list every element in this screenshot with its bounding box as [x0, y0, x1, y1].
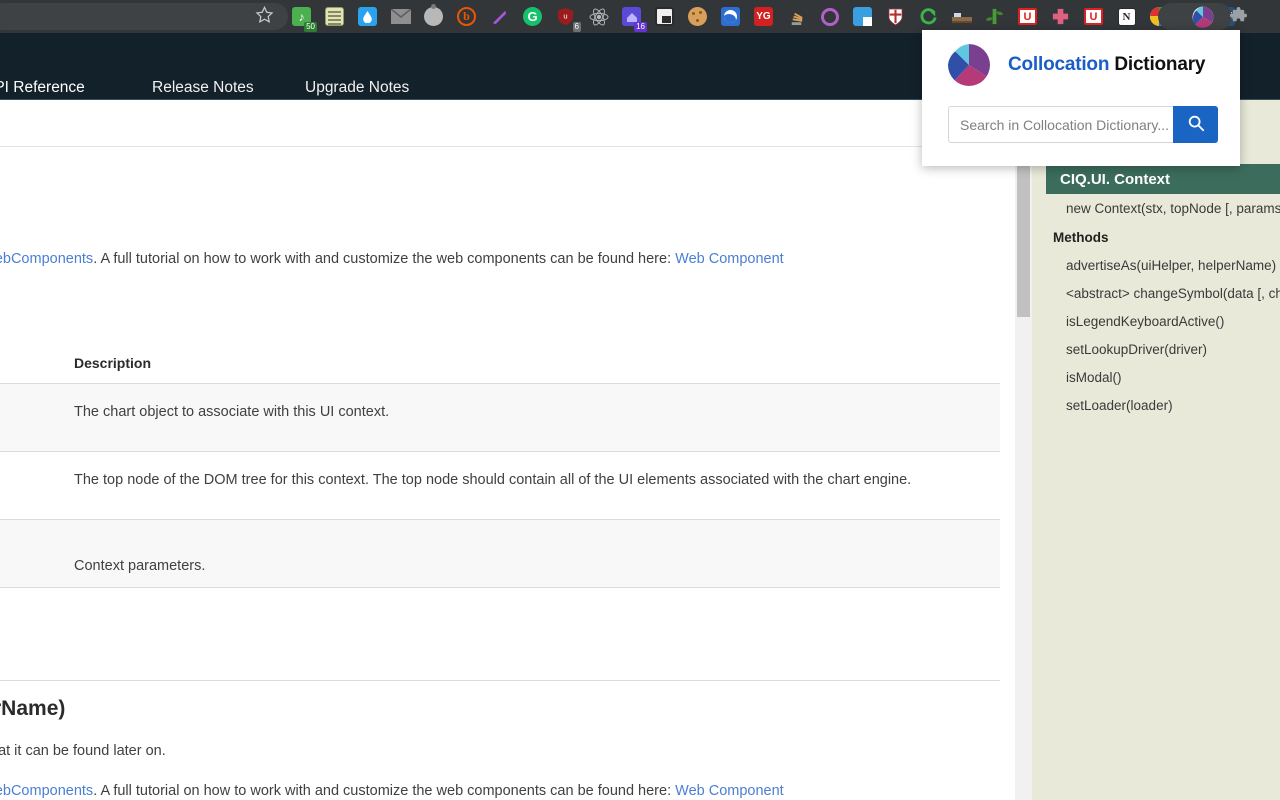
- ext-grammarly-extension[interactable]: G: [516, 0, 549, 33]
- cell-argument: ptional>: [0, 536, 74, 552]
- ext-cookie-manager-extension[interactable]: [681, 0, 714, 33]
- intro-paragraph-1: hod for the included WebComponents. A fu…: [0, 251, 784, 267]
- browser-toolbar: ♪ 50 b G u 6 16 YG U U N: [0, 0, 1280, 33]
- popup-branding: Collocation Dictionary: [948, 44, 1205, 86]
- table-row: The chart object to associate with this …: [0, 384, 1000, 452]
- popup-title-part2: Dictionary: [1114, 54, 1206, 75]
- ext-bed-extension[interactable]: [945, 0, 978, 33]
- sidebar-method-advertiseAs[interactable]: advertiseAs(uiHelper, helperName): [1066, 258, 1276, 273]
- ext-water-drop-extension[interactable]: [351, 0, 384, 33]
- cell-description: The top node of the DOM tree for this co…: [74, 472, 912, 488]
- nav-item-api-reference[interactable]: API Reference: [0, 79, 85, 108]
- cell-description: The chart object to associate with this …: [74, 404, 390, 420]
- ext-refresh-extension[interactable]: [912, 0, 945, 33]
- link-webcomponent-1[interactable]: Web Component: [675, 251, 784, 267]
- ext-collocation-dictionary-extension[interactable]: [1186, 0, 1219, 33]
- cell-argument: [0, 400, 74, 404]
- ext-u-extension-1[interactable]: U: [1011, 0, 1044, 33]
- collocation-logo-icon: [948, 44, 990, 86]
- ext-mail-extension[interactable]: [384, 0, 417, 33]
- content-subheader-band: [0, 100, 1018, 147]
- method-signature-heading-2: rName): [0, 697, 66, 720]
- ext-stack-overflow-extension[interactable]: [780, 0, 813, 33]
- ext-plus-cross-extension[interactable]: [1044, 0, 1077, 33]
- sidebar-constructor[interactable]: new Context(stx, topNode [, params: [1066, 201, 1280, 216]
- api-outline-sidebar: CIQ.UI. Context new Context(stx, topNode…: [1032, 100, 1280, 800]
- ext-badge-evernote: 50: [304, 22, 317, 32]
- ext-picture-in-picture-extension[interactable]: [648, 0, 681, 33]
- ext-bamboo-extension[interactable]: [978, 0, 1011, 33]
- link-webcomponents-1[interactable]: WebComponents: [0, 251, 93, 267]
- paragraph-2: hat it can be found later on.: [0, 743, 166, 759]
- arguments-table: gument Description The chart object to a…: [0, 355, 1000, 588]
- address-bar[interactable]: [0, 3, 288, 30]
- ext-color-ring-extension[interactable]: [813, 0, 846, 33]
- popup-title: Collocation Dictionary: [1008, 54, 1205, 76]
- cell-description: Context parameters.: [74, 558, 206, 574]
- ext-shield-crest-extension[interactable]: [879, 0, 912, 33]
- section-divider: [0, 680, 1000, 681]
- ext-evernote-web-clipper[interactable]: ♪ 50: [285, 0, 318, 33]
- link-webcomponent-2[interactable]: Web Component: [675, 783, 784, 799]
- link-webcomponents-2[interactable]: WebComponents: [0, 783, 93, 799]
- extension-icons-strip: ♪ 50 b G u 6 16 YG U U N: [285, 0, 1242, 33]
- nav-item-upgrade-notes[interactable]: Upgrade Notes: [305, 79, 409, 97]
- table-row: The top node of the DOM tree for this co…: [0, 452, 1000, 520]
- sidebar-class-header: CIQ.UI. Context: [1046, 164, 1280, 194]
- ext-u-extension-2[interactable]: U: [1077, 0, 1110, 33]
- search-button[interactable]: [1173, 106, 1218, 143]
- scrollbar-thumb[interactable]: [1017, 162, 1030, 317]
- para-3-mid: . A full tutorial on how to work with an…: [93, 783, 676, 799]
- ext-notion-extension[interactable]: N: [1110, 0, 1143, 33]
- ext-blue-square-extension[interactable]: [846, 0, 879, 33]
- search-input[interactable]: [948, 106, 1173, 143]
- ext-onetab-extension[interactable]: 16: [615, 0, 648, 33]
- popup-title-part1: Collocation: [1008, 54, 1110, 75]
- ext-ublock-origin-extension[interactable]: u 6: [549, 0, 582, 33]
- cell-argument: [0, 468, 74, 472]
- ext-react-devtools-extension[interactable]: [582, 0, 615, 33]
- ext-feather-highlighter-extension[interactable]: [483, 0, 516, 33]
- table-header-row: gument Description: [0, 355, 1000, 384]
- search-icon: [1187, 114, 1205, 135]
- table-row: ptional> Context parameters.: [0, 520, 1000, 588]
- sidebar-method-isModal[interactable]: isModal(): [1066, 370, 1122, 385]
- column-header-description: Description: [74, 355, 152, 371]
- popup-search-group: [948, 106, 1218, 143]
- ext-tomato-timer-extension[interactable]: [417, 0, 450, 33]
- ext-badge-onetab: 16: [634, 22, 647, 32]
- sidebar-method-setLoader[interactable]: setLoader(loader): [1066, 398, 1173, 413]
- column-header-argument: gument: [0, 355, 74, 371]
- sidebar-method-isLegendKeyboardActive[interactable]: isLegendKeyboardActive(): [1066, 314, 1224, 329]
- collocation-dictionary-popup: Collocation Dictionary: [922, 30, 1240, 166]
- nav-item-release-notes[interactable]: Release Notes: [152, 79, 254, 97]
- api-document-content: , params]) hod for the included WebCompo…: [0, 147, 1000, 800]
- ext-notes-extension[interactable]: [318, 0, 351, 33]
- extensions-puzzle-menu-icon[interactable]: [1222, 0, 1255, 33]
- ext-moon-reader-extension[interactable]: [714, 0, 747, 33]
- ext-yg-extension[interactable]: YG: [747, 0, 780, 33]
- bookmark-star-icon[interactable]: [255, 5, 274, 29]
- paragraph-3: hod for the included WebComponents. A fu…: [0, 783, 784, 799]
- sidebar-method-setLookupDriver[interactable]: setLookupDriver(driver): [1066, 342, 1207, 357]
- vertical-scrollbar[interactable]: [1015, 147, 1032, 800]
- svg-text:u: u: [563, 11, 567, 20]
- intro-para-1-mid: . A full tutorial on how to work with an…: [93, 251, 676, 267]
- sidebar-method-changeSymbol[interactable]: <abstract> changeSymbol(data [, ch: [1066, 286, 1280, 301]
- ext-badge-ublock: 6: [572, 22, 581, 32]
- sidebar-methods-label: Methods: [1053, 230, 1109, 245]
- ext-bitly-extension[interactable]: b: [450, 0, 483, 33]
